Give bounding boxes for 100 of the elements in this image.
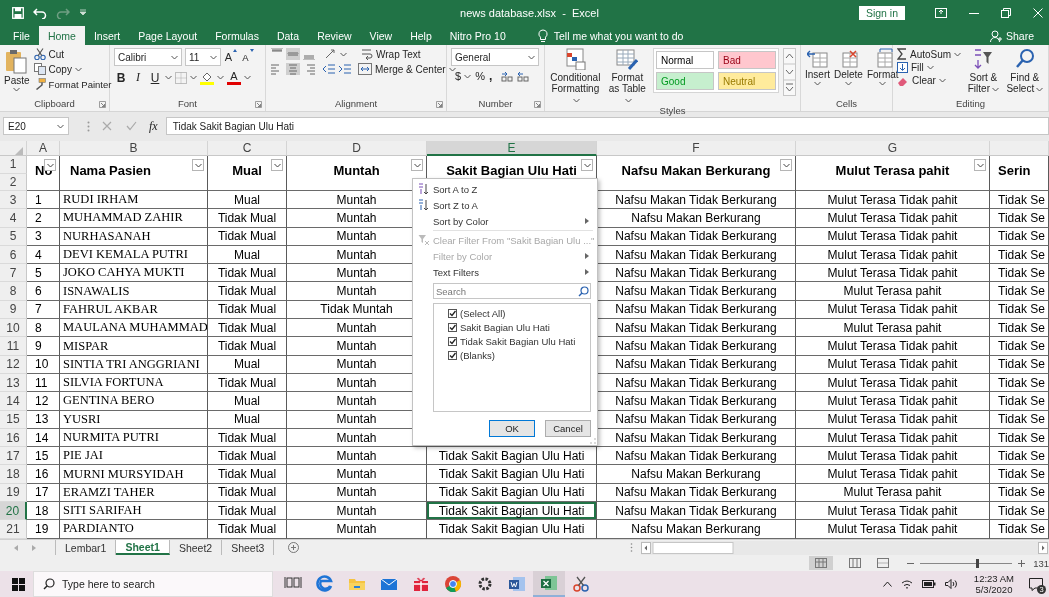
filter-value-option[interactable]: (Select All) <box>448 307 590 320</box>
gear-icon[interactable] <box>476 575 494 593</box>
search-field[interactable]: Type here to search <box>33 571 273 597</box>
filter-dropdown-button[interactable] <box>271 159 283 171</box>
filter-value-option[interactable]: Tidak Sakit Bagian Ulu Hati <box>448 335 590 348</box>
restore-icon[interactable] <box>1001 7 1011 18</box>
row-header[interactable]: 7 <box>0 264 27 283</box>
cell-style-option[interactable]: Neutral <box>718 72 776 90</box>
add-sheet-icon[interactable] <box>288 542 300 553</box>
format-as-table-button[interactable]: Format as Table <box>605 48 649 105</box>
ok-button[interactable]: OK <box>489 420 535 437</box>
merge-center-button[interactable]: Merge & Center <box>358 63 456 75</box>
split-grip-icon[interactable] <box>630 543 633 552</box>
column-header[interactable]: G <box>796 141 990 156</box>
column-header[interactable]: D <box>287 141 427 156</box>
decrease-indent-icon[interactable] <box>322 63 336 75</box>
colored-circle-icon[interactable] <box>444 575 462 593</box>
dialog-launcher-icon[interactable] <box>99 101 106 108</box>
checkbox[interactable] <box>448 323 457 332</box>
filter-dropdown-button[interactable] <box>780 159 792 171</box>
fill-button[interactable]: Fill <box>897 62 962 73</box>
close-icon[interactable] <box>1033 7 1043 18</box>
search-icon[interactable] <box>578 285 589 297</box>
column-header[interactable]: F <box>597 141 796 156</box>
dialog-launcher-icon[interactable] <box>255 101 262 108</box>
increase-decimal-icon[interactable] <box>500 70 513 82</box>
shrink-font-button[interactable]: A <box>241 48 255 66</box>
sign-in-button[interactable]: Sign in <box>858 5 905 20</box>
italic-button[interactable]: I <box>131 69 145 86</box>
paste-button[interactable]: Paste <box>4 48 30 92</box>
ribbon-tab[interactable]: Nitro Pro 10 <box>440 26 515 45</box>
ribbon-tab[interactable]: View <box>360 26 402 45</box>
resize-grip-icon[interactable] <box>590 438 596 444</box>
ribbon-tab[interactable]: Home <box>38 26 85 45</box>
row-header[interactable]: 21 <box>0 520 27 539</box>
copy-button[interactable]: Copy <box>33 63 112 75</box>
customize-icon[interactable] <box>79 9 87 16</box>
cut-button[interactable]: Cut <box>33 48 112 60</box>
cell-style-option[interactable]: Normal <box>656 51 714 69</box>
zoom-in-icon[interactable] <box>1018 559 1026 567</box>
horizontal-scrollbar[interactable] <box>641 540 1049 555</box>
save-icon[interactable] <box>12 6 24 19</box>
gift-icon[interactable] <box>412 575 430 593</box>
redo-icon[interactable] <box>56 6 70 19</box>
gallery-scroll-icon[interactable] <box>783 48 796 96</box>
cell-style-option[interactable]: Bad <box>718 51 776 69</box>
currency-button[interactable]: $ <box>455 70 472 82</box>
filter-dropdown-button[interactable] <box>974 159 986 171</box>
cells-command-button[interactable]: Insert <box>805 48 830 86</box>
row-header[interactable]: 1 <box>0 156 27 174</box>
notification-icon[interactable] <box>1029 577 1043 591</box>
checkbox[interactable] <box>448 351 457 360</box>
ribbon-tab[interactable]: Review <box>308 26 361 45</box>
search-field[interactable]: Search <box>433 283 591 299</box>
name-box[interactable]: E20 <box>3 117 69 135</box>
scissors-icon[interactable] <box>572 575 590 593</box>
row-header[interactable]: 18 <box>0 465 27 484</box>
fill-color-icon[interactable] <box>200 70 214 85</box>
page-break-view-icon[interactable] <box>877 558 890 568</box>
ribbon-tab[interactable]: Formulas <box>206 26 268 45</box>
checkbox[interactable] <box>448 337 457 346</box>
filter-value-option[interactable]: (Blanks) <box>448 349 590 362</box>
speaker-icon[interactable] <box>944 579 957 589</box>
undo-icon[interactable] <box>33 6 47 19</box>
ribbon-tab[interactable]: Help <box>401 26 441 45</box>
font-name-dropdown[interactable]: Calibri <box>114 48 182 66</box>
column-header[interactable]: C <box>208 141 287 156</box>
underline-button[interactable]: U <box>148 69 162 86</box>
enter-check-icon[interactable] <box>126 121 137 131</box>
autosum-button[interactable]: AutoSum <box>897 48 962 60</box>
sheet-tab[interactable]: Sheet1 <box>116 540 170 555</box>
row-header[interactable]: 8 <box>0 282 27 301</box>
row-header[interactable]: 11 <box>0 337 27 356</box>
normal-view-icon[interactable] <box>809 556 834 570</box>
share-button[interactable]: Share <box>980 26 1043 45</box>
spreadsheet-app-icon[interactable] <box>540 574 558 592</box>
battery-icon[interactable] <box>921 580 936 588</box>
filter-dropdown-button[interactable] <box>411 159 423 171</box>
row-header[interactable]: 20 <box>0 502 27 521</box>
insert-function-button[interactable]: fx <box>149 118 158 134</box>
number-format-dropdown[interactable]: General <box>451 48 539 66</box>
ribbon-tab[interactable]: File <box>4 26 39 45</box>
ribbon-display-icon[interactable] <box>935 7 947 18</box>
row-header[interactable]: 3 <box>0 191 27 210</box>
zoom-out-icon[interactable] <box>907 561 915 565</box>
ribbon-tab[interactable]: Insert <box>84 26 130 45</box>
filter-value-option[interactable]: Sakit Bagian Ulu Hati <box>448 321 590 334</box>
filter-dropdown-button[interactable] <box>581 159 593 171</box>
ribbon-tab[interactable]: Data <box>267 26 309 45</box>
row-header[interactable]: 10 <box>0 319 27 338</box>
text-orientation-icon[interactable] <box>324 48 338 60</box>
scroll-left-icon[interactable] <box>14 544 18 551</box>
grow-font-button[interactable]: A <box>224 48 238 66</box>
row-header[interactable]: 17 <box>0 447 27 466</box>
conditional-formatting-button[interactable]: Conditional Formatting <box>549 48 602 105</box>
find-select-button[interactable]: Find & Select <box>1005 48 1044 94</box>
chevron-up-icon[interactable] <box>882 581 892 587</box>
tell-me-search[interactable]: Tell me what you want to do <box>528 26 693 45</box>
increase-indent-icon[interactable] <box>338 63 352 75</box>
format-painter-button[interactable]: Format Painter <box>33 78 112 90</box>
